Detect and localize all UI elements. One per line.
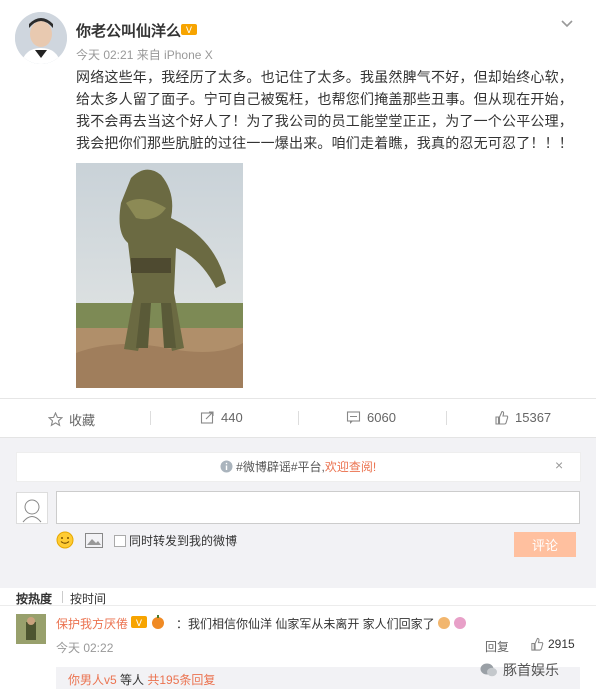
my-avatar[interactable] <box>16 492 48 524</box>
svg-text:V: V <box>186 26 193 36</box>
author-avatar[interactable] <box>15 12 67 64</box>
post-time[interactable]: 今天 02:21 <box>76 48 133 62</box>
divider <box>150 411 151 425</box>
watermark: 豚首娱乐 <box>480 660 559 680</box>
commenter-avatar[interactable] <box>16 614 46 644</box>
repost-button[interactable]: 440 <box>200 410 243 425</box>
sub-reply-connector: 等人 <box>116 673 148 687</box>
pumpkin-icon <box>152 615 164 629</box>
repost-checkbox-label: 同时转发到我的微博 <box>129 534 238 548</box>
repost-checkbox[interactable] <box>114 535 126 547</box>
sub-reply-user[interactable]: 你男人v5 <box>68 673 117 687</box>
image-icon[interactable] <box>85 533 103 548</box>
comment-like-button[interactable]: 2915 <box>530 637 575 651</box>
emoji-icon[interactable] <box>56 531 74 549</box>
repost-icon <box>200 411 214 424</box>
notice-link[interactable]: 欢迎查阅! <box>325 460 376 474</box>
repost-count: 440 <box>221 410 243 425</box>
favorite-label: 收藏 <box>69 413 96 428</box>
chevron-down-icon[interactable] <box>558 14 576 32</box>
comment-like-count: 2915 <box>548 637 575 651</box>
sub-reply-count[interactable]: 共195条回复 <box>147 673 215 687</box>
membership-badge-icon: V <box>131 616 147 629</box>
divider <box>0 605 596 606</box>
close-icon[interactable]: × <box>555 457 563 473</box>
reply-button[interactable]: 回复 <box>485 638 509 655</box>
comment-text-body: ：我们相信你仙洋 仙家军从未离开 家人们回家了 <box>176 617 435 631</box>
comment-count: 6060 <box>367 410 396 425</box>
svg-text:V: V <box>136 619 143 629</box>
thumbs-up-icon <box>531 637 544 651</box>
post-meta: 今天 02:21 来自 iPhone X <box>76 46 213 63</box>
divider <box>62 591 63 603</box>
info-icon <box>220 460 233 473</box>
submit-comment-button[interactable]: 评论 <box>514 532 576 557</box>
like-button[interactable]: 15367 <box>494 410 551 425</box>
comment-time: 今天 02:22 <box>56 641 114 655</box>
divider <box>446 411 447 425</box>
author-name[interactable]: 你老公叫仙洋么 <box>76 20 181 41</box>
comment-icon <box>346 411 361 424</box>
wechat-icon <box>480 663 497 677</box>
comment-text: ：我们相信你仙洋 仙家军从未离开 家人们回家了 <box>176 615 468 632</box>
sub-replies-summary[interactable]: 你男人v5 等人 共195条回复 <box>68 671 215 688</box>
post-image[interactable] <box>76 163 243 388</box>
membership-badge-icon: V <box>181 24 197 36</box>
star-icon <box>48 412 63 427</box>
divider <box>298 411 299 425</box>
rumor-notice-text: #微博辟谣#平台,欢迎查阅! <box>0 458 596 475</box>
wave-emoji-icon <box>438 617 467 629</box>
comment-input[interactable] <box>56 491 580 524</box>
post-text: 网络这些年，我经历了太多。也记住了太多。我虽然脾气不好，但却始终心软，给太多人留… <box>76 69 573 151</box>
commenter-badges: V <box>130 614 170 633</box>
favorite-button[interactable]: 收藏 <box>48 410 95 429</box>
watermark-text: 豚首娱乐 <box>503 662 559 678</box>
comment-button[interactable]: 6060 <box>346 410 396 425</box>
thumbs-up-icon <box>495 410 509 425</box>
notice-prefix: #微博辟谣#平台, <box>236 460 325 474</box>
like-count: 15367 <box>515 410 552 425</box>
commenter-name[interactable]: 保护我方厌倦 <box>56 615 128 632</box>
post-source: 来自 iPhone X <box>136 48 213 62</box>
